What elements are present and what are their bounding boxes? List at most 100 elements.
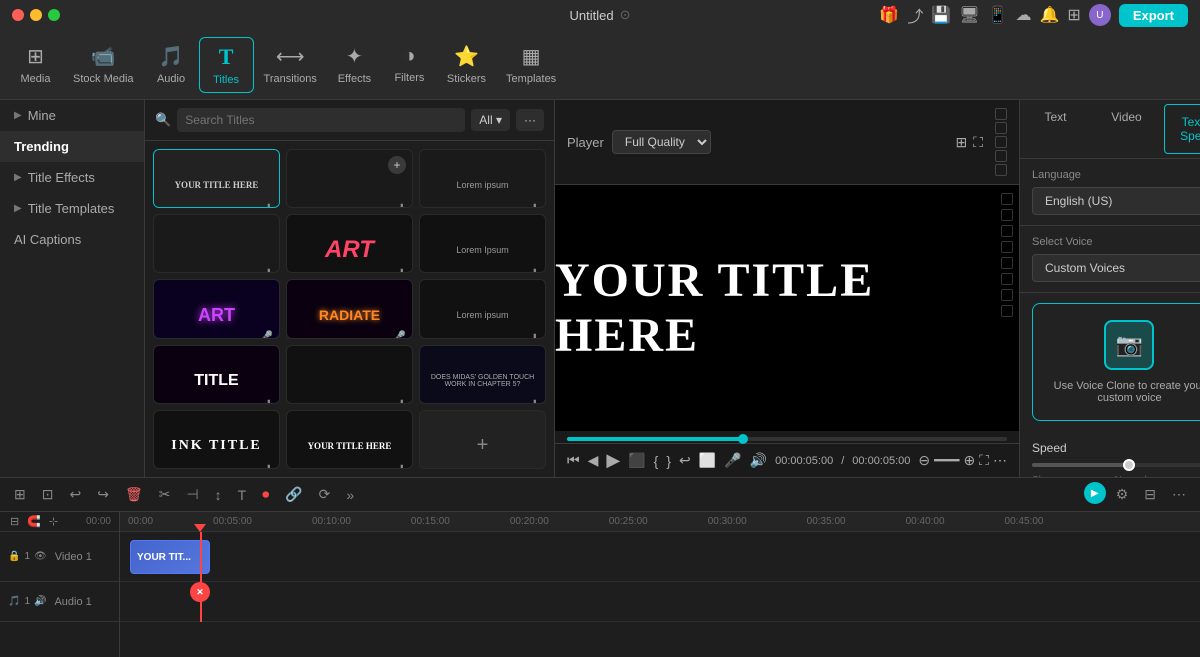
audio-icon: 🎵 xyxy=(159,44,184,69)
fullscreen2-button[interactable]: ⛶ xyxy=(979,452,989,469)
brace-close-button[interactable]: } xyxy=(666,453,671,469)
timeline-snap[interactable]: ⊹ xyxy=(47,513,60,530)
toolbar-effects[interactable]: ✦ Effects xyxy=(327,38,382,91)
toolbar-filters[interactable]: ◑ Filters xyxy=(382,39,437,90)
sidebar-item-title-effects[interactable]: ▶ Title Effects xyxy=(0,162,144,193)
mic-icon-glow: 🎤 xyxy=(391,330,406,338)
toolbar-audio[interactable]: 🎵 Audio xyxy=(144,38,199,91)
timeline-magnet[interactable]: 🧲 xyxy=(25,513,43,530)
title-card-subtitle2[interactable]: ⬇ Subtitle 2 xyxy=(153,214,280,273)
title-card-title29[interactable]: Lorem Ipsum ⬇ Title 29 xyxy=(419,214,546,273)
tab-text[interactable]: Text xyxy=(1020,100,1091,158)
minimize-button[interactable] xyxy=(30,9,42,21)
tab-tts[interactable]: Text To Speech xyxy=(1164,104,1200,154)
toolbar-transitions[interactable]: ⟷ Transitions xyxy=(254,38,327,91)
audio-sync-button[interactable]: ↕ xyxy=(209,483,228,507)
search-input[interactable] xyxy=(177,108,465,132)
more-options-button[interactable]: ··· xyxy=(516,109,544,131)
toolbar-stickers[interactable]: ⭐ Stickers xyxy=(437,38,496,91)
tab-video[interactable]: Video xyxy=(1091,100,1162,158)
phone-icon[interactable]: 📱 xyxy=(988,5,1008,25)
cut-button[interactable]: ✂ xyxy=(153,482,177,507)
title-card-more[interactable]: + xyxy=(419,410,546,469)
redo-button[interactable]: ↪ xyxy=(91,482,115,507)
user-avatar[interactable]: U xyxy=(1089,4,1111,26)
timeline-add-track[interactable]: ⊟ xyxy=(8,513,21,530)
gift-icon[interactable]: 🎁 xyxy=(879,5,899,25)
sidebar-item-title-templates[interactable]: ▶ Title Templates xyxy=(0,193,144,224)
zoom-in-button[interactable]: ⊕ xyxy=(963,452,975,469)
volume-button[interactable]: 🔊 xyxy=(750,452,767,469)
mic-button[interactable]: 🎤 xyxy=(724,452,741,469)
quality-select[interactable]: Full Quality xyxy=(612,130,711,154)
maximize-button[interactable] xyxy=(48,9,60,21)
link-button[interactable]: 🔗 xyxy=(279,482,308,507)
skip-back-button[interactable]: ⏮ xyxy=(567,452,580,469)
device-icon[interactable]: 🖥 xyxy=(959,5,979,25)
voice-select[interactable]: Custom Voices xyxy=(1032,254,1200,282)
text-button[interactable]: T xyxy=(232,483,253,507)
loop-button[interactable]: ↩ xyxy=(679,452,691,469)
voice-label: Select Voice xyxy=(1032,236,1200,248)
voice-clone-text: Use Voice Clone to create your custom vo… xyxy=(1045,380,1200,404)
more-edit-button[interactable]: » xyxy=(340,483,360,507)
save-icon[interactable]: 💾 xyxy=(931,5,951,25)
play-button[interactable]: ▶ xyxy=(606,450,620,471)
filter-button[interactable]: All ▾ xyxy=(471,109,510,131)
title-card-subtitle1[interactable]: Lorem ipsum ⬇ Subtitle 1 xyxy=(419,279,546,338)
toolbar-titles[interactable]: T Titles xyxy=(199,37,254,93)
time-progress-bar[interactable] xyxy=(567,437,1007,441)
title-card-art26[interactable]: ART ⬇ Art Title 26 xyxy=(286,214,413,273)
title-card-neon09[interactable]: ART 🎤 Neon Title 09 xyxy=(153,279,280,338)
title-card-default[interactable]: YOUR TITLE HERE ⬇ Default Title xyxy=(153,149,280,208)
toolbar-templates[interactable]: ▦ Templates xyxy=(496,38,566,91)
fullscreen-button[interactable]: ⛶ xyxy=(973,134,983,151)
title-card-gameui[interactable]: DOES MIDAS' GOLDEN TOUCH WORK IN CHAPTER… xyxy=(419,345,546,404)
step-back-button[interactable]: ◀ xyxy=(588,452,599,469)
more-edit2-button[interactable]: ⋯ xyxy=(1166,482,1192,507)
layers-button[interactable]: ⊟ xyxy=(1138,482,1162,507)
undo-button[interactable]: ↩ xyxy=(63,482,87,507)
stop-button[interactable]: ⬛ xyxy=(628,452,645,469)
speed-slider[interactable] xyxy=(1032,463,1200,467)
title-card-ink[interactable]: INK TITLE ⬇ Ink Title xyxy=(153,410,280,469)
title-card-yourtitle[interactable]: YOUR TITLE HERE ⬇ Your Title Here xyxy=(286,410,413,469)
clone-screen-button[interactable]: ⬜ xyxy=(699,452,716,469)
trim-button[interactable]: ⊣ xyxy=(180,482,204,507)
sidebar-item-ai-captions[interactable]: AI Captions xyxy=(0,224,144,255)
share-icon[interactable]: ⤴ xyxy=(907,3,923,27)
brace-open-button[interactable]: { xyxy=(654,453,659,469)
export-button[interactable]: Export xyxy=(1119,4,1188,27)
delete-button[interactable]: 🗑 xyxy=(119,482,149,507)
grid-view-button[interactable]: ⊞ xyxy=(955,134,967,151)
speed-edit-button[interactable]: ⟳ xyxy=(313,482,337,507)
timeline-main[interactable]: 00:00 00:05:00 00:10:00 00:15:00 00:20:0… xyxy=(120,512,1200,657)
sidebar-item-mine[interactable]: ▶ Mine xyxy=(0,100,144,131)
close-button[interactable] xyxy=(12,9,24,21)
title-card-glow1[interactable]: RADIATE 🎤 Glow Title 1 xyxy=(286,279,413,338)
settings-edit-button[interactable]: ⚙ xyxy=(1110,482,1135,507)
language-select[interactable]: English (US) xyxy=(1032,187,1200,215)
toolbar-media[interactable]: ⊞ Media xyxy=(8,38,63,91)
transitions-icon: ⟷ xyxy=(276,44,305,69)
grid-icon[interactable]: ⊞ xyxy=(1067,5,1080,25)
title-card-basic6[interactable]: Lorem ipsum ⬇ Basic 6 xyxy=(419,149,546,208)
zoom-slider[interactable]: ━━━ xyxy=(934,452,959,469)
zoom-out-button[interactable]: ⊖ xyxy=(918,452,930,469)
bell-icon[interactable]: 🔔 xyxy=(1040,5,1060,25)
audio-icon-track: 🎵 xyxy=(8,596,20,607)
play-all-button[interactable]: ▶ xyxy=(1084,482,1106,504)
more-btn[interactable]: ⋯ xyxy=(993,452,1007,469)
expand-arrow-title-effects: ▶ xyxy=(14,172,22,183)
title-card-bigtitle[interactable]: TITLE ⬇ Big Title Pack T... xyxy=(153,345,280,404)
title-card-subtitle4[interactable]: ⬇ Subtitle 4 xyxy=(286,345,413,404)
record-button[interactable]: ⏺ xyxy=(256,482,275,507)
add-basic1-button[interactable]: + xyxy=(388,156,406,174)
cloud-icon[interactable]: ☁ xyxy=(1016,5,1032,25)
select-button[interactable]: ⊡ xyxy=(36,482,60,507)
sidebar-item-trending[interactable]: Trending xyxy=(0,131,144,162)
title-card-basic1[interactable]: + ⬇ Basic 1 xyxy=(286,149,413,208)
toolbar-stock-media[interactable]: 📹 Stock Media xyxy=(63,38,144,91)
split-button[interactable]: ⊞ xyxy=(8,482,32,507)
video-clip[interactable]: YOUR TIT... xyxy=(130,540,210,574)
